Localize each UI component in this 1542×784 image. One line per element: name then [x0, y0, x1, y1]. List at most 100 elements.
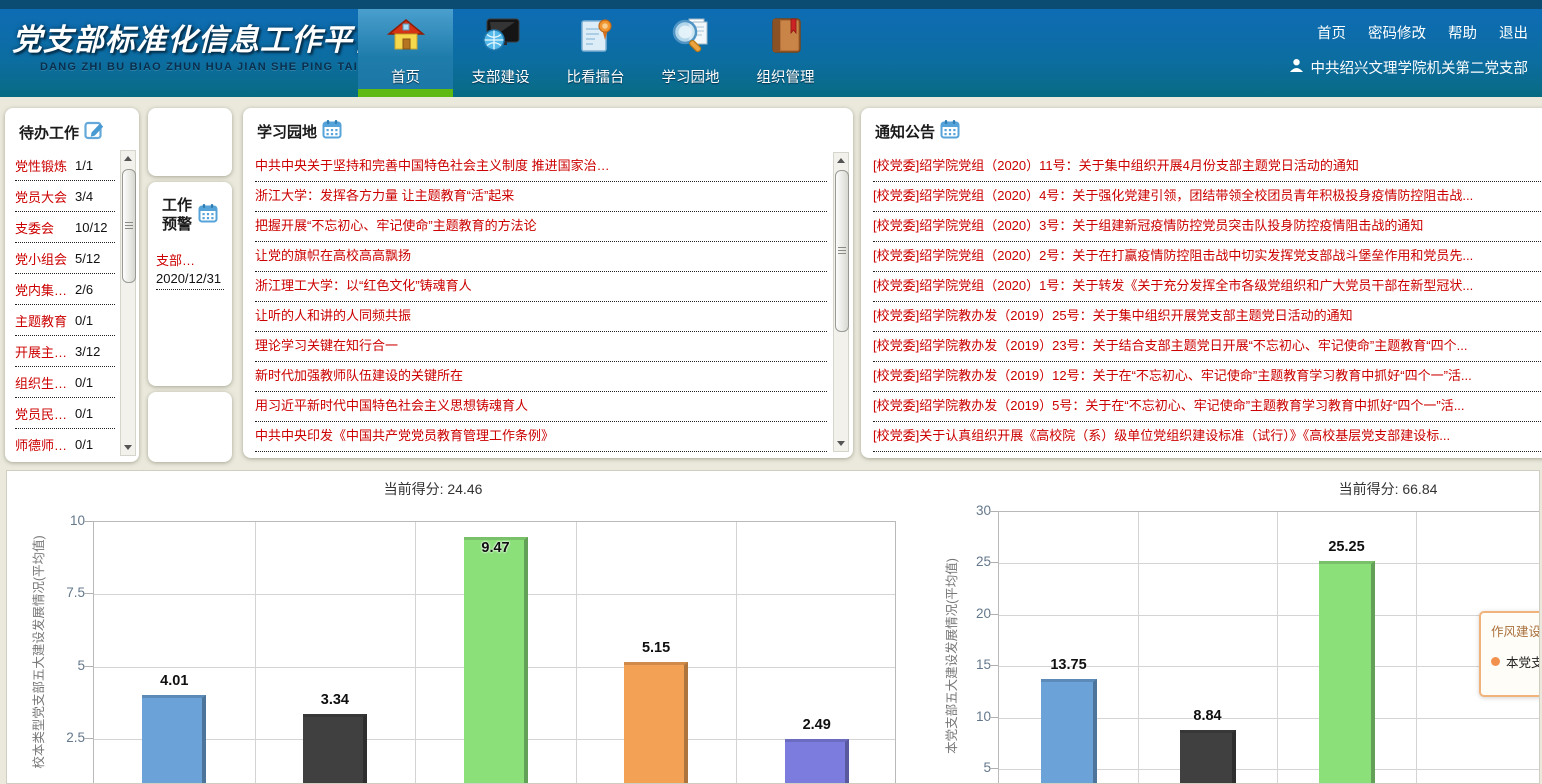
notice-link[interactable]: [校党委]关于认真组织开展《高校院（系）级单位党组织建设标准（试行）》《高校基层…	[873, 422, 1542, 452]
study-article-link[interactable]: 理论学习关键在知行合一	[255, 332, 827, 362]
todo-item-count: 1/1	[75, 158, 93, 173]
top-link-change-password[interactable]: 密码修改	[1368, 22, 1426, 43]
nav-item-compare-arena[interactable]: 比看擂台	[548, 9, 643, 97]
bar-value-label: 3.34	[293, 692, 377, 708]
gridline	[1138, 512, 1139, 784]
todo-item[interactable]: 党内集…2/6	[15, 274, 115, 305]
notice-link[interactable]: [校党委]绍学院教办发（2019）5号：关于在“不忘初心、牢记使命”主题教育学习…	[873, 392, 1542, 422]
warning-item-label[interactable]: 支部…	[156, 250, 224, 269]
study-article-link[interactable]: 让听的人和讲的人同频共振	[255, 302, 827, 332]
bar[interactable]	[785, 739, 849, 784]
scroll-down-arrow[interactable]	[834, 436, 848, 451]
study-article-link[interactable]: 把握开展“不忘初心、牢记使命”主题教育的方法论	[255, 212, 827, 242]
todo-item[interactable]: 党员大会3/4	[15, 181, 115, 212]
study-scrollbar[interactable]	[833, 152, 849, 452]
work-warning-title: 工作预警	[148, 182, 232, 234]
todo-item[interactable]: 主题教育0/1	[15, 305, 115, 336]
bar[interactable]	[303, 714, 367, 784]
notice-link[interactable]: [校党委]绍学院教办发（2019）25号：关于集中组织开展党支部主题党日活动的通…	[873, 302, 1542, 332]
todo-item-label[interactable]: 党员民…	[15, 404, 75, 423]
todo-item-label[interactable]: 党员大会	[15, 187, 75, 206]
notice-link[interactable]: [校党委]绍学院教办发（2019）23号：关于结合支部主题党日开展“不忘初心、牢…	[873, 332, 1542, 362]
study-article-link[interactable]: 浙江理工大学：以“红色文化”铸魂育人	[255, 272, 827, 302]
bar[interactable]	[1180, 730, 1236, 784]
todo-item-count: 10/12	[75, 220, 108, 235]
calendar-icon	[322, 119, 342, 143]
bar[interactable]	[1041, 679, 1097, 784]
bar[interactable]	[1319, 561, 1375, 784]
notice-link[interactable]: [校党委]绍学院党组（2020）1号：关于转发《关于充分发挥全市各级党组织和广大…	[873, 272, 1542, 302]
todo-item-label[interactable]: 主题教育	[15, 311, 75, 330]
bar[interactable]	[142, 695, 206, 784]
bar-value-label: 5.15	[614, 640, 698, 656]
todo-list: 党性锻炼1/1党员大会3/4支委会10/12党小组会5/12党内集…2/6主题教…	[15, 150, 115, 458]
todo-item-label[interactable]: 开展主…	[15, 342, 75, 361]
study-article-link[interactable]: 浙江大学：发挥各方力量 让主题教育“活”起来	[255, 182, 827, 212]
todo-item[interactable]: 师德师…0/1	[15, 429, 115, 458]
top-link-logout[interactable]: 退出	[1499, 22, 1528, 43]
todo-item-label[interactable]: 党小组会	[15, 249, 75, 268]
y-tick-mark	[989, 717, 998, 718]
todo-item-label[interactable]: 组织生…	[15, 373, 75, 392]
study-article-link[interactable]: 中共中央印发《中国共产党党员教育管理工作条例》	[255, 422, 827, 452]
todo-item[interactable]: 党性锻炼1/1	[15, 150, 115, 181]
edit-icon[interactable]	[84, 119, 106, 145]
y-tick-mark	[989, 768, 998, 769]
todo-item[interactable]: 开展主…3/12	[15, 336, 115, 367]
app-header: 党支部标准化信息工作平台 DANG ZHI BU BIAO ZHUN HUA J…	[0, 0, 1542, 97]
book-icon	[769, 17, 803, 60]
nav-item-branch-building[interactable]: 支部建设	[453, 9, 548, 97]
todo-item[interactable]: 支委会10/12	[15, 212, 115, 243]
notice-link[interactable]: [校党委]关于使用“学习强国”学习平台 开展学习活动的通知	[873, 452, 1542, 458]
notice-link[interactable]: [校党委]绍学院党组（2020）11号：关于集中组织开展4月份支部主题党日活动的…	[873, 152, 1542, 182]
notice-link[interactable]: [校党委]绍学院党组（2020）3号：关于组建新冠疫情防控党员突击队投身防控疫情…	[873, 212, 1542, 242]
todo-panel: 待办工作 党性锻炼1/1党员大会3/4支委会10/12党小组会5/12党内集…2…	[5, 108, 139, 462]
chart-score-title: 当前得分: 24.46	[353, 479, 513, 499]
notice-link[interactable]: [校党委]绍学院党组（2020）4号：关于强化党建引领，团结带领全校团员青年积极…	[873, 182, 1542, 212]
top-link-home[interactable]: 首页	[1317, 22, 1346, 43]
bar-value-label: 2.49	[775, 717, 859, 733]
todo-item[interactable]: 党员民…0/1	[15, 398, 115, 429]
todo-item[interactable]: 组织生…0/1	[15, 367, 115, 398]
scroll-thumb[interactable]	[835, 170, 849, 332]
study-article-link[interactable]: 大学的定力与初心》	[255, 452, 827, 458]
chart-y-axis-label: 本党支部五大建设发展情况(平均值)	[941, 504, 959, 784]
warning-item[interactable]: 支部… 2020/12/31	[156, 250, 224, 290]
gridline	[999, 563, 1540, 564]
study-article-link[interactable]: 新时代加强教师队伍建设的关键所在	[255, 362, 827, 392]
top-strip	[0, 0, 1542, 9]
scroll-up-arrow[interactable]	[834, 153, 848, 168]
legend-dot	[1491, 657, 1500, 666]
user-name: 中共绍兴文理学院机关第二党支部	[1311, 57, 1529, 78]
top-link-help[interactable]: 帮助	[1448, 22, 1477, 43]
todo-item-label[interactable]: 支委会	[15, 218, 75, 237]
bar-value-label: 9.47	[454, 540, 538, 556]
study-panel-title: 学习园地	[243, 108, 853, 143]
scroll-down-arrow[interactable]	[121, 440, 135, 455]
study-article-link[interactable]: 中共中央关于坚持和完善中国特色社会主义制度 推进国家治…	[255, 152, 827, 182]
scroll-up-arrow[interactable]	[121, 151, 135, 166]
y-tick-mark	[989, 562, 998, 563]
chart-score-title: 当前得分: 66.84	[1308, 479, 1468, 499]
gridline	[255, 522, 256, 784]
bar[interactable]	[464, 537, 528, 784]
todo-item[interactable]: 党小组会5/12	[15, 243, 115, 274]
nav-item-org-management[interactable]: 组织管理	[738, 9, 833, 97]
bar[interactable]	[624, 662, 688, 784]
todo-scrollbar[interactable]	[120, 150, 136, 456]
todo-item-count: 0/1	[75, 375, 93, 390]
app-title: 党支部标准化信息工作平台	[12, 15, 357, 59]
scroll-thumb[interactable]	[122, 169, 136, 283]
notice-link[interactable]: [校党委]绍学院教办发（2019）12号：关于在“不忘初心、牢记使命”主题教育学…	[873, 362, 1542, 392]
nav-label: 支部建设	[472, 66, 530, 87]
todo-item-label[interactable]: 党性锻炼	[15, 156, 75, 175]
study-article-link[interactable]: 用习近平新时代中国特色社会主义思想铸魂育人	[255, 392, 827, 422]
study-article-link[interactable]: 让党的旗帜在高校高高飘扬	[255, 242, 827, 272]
app-logo: 党支部标准化信息工作平台 DANG ZHI BU BIAO ZHUN HUA J…	[12, 15, 357, 73]
todo-item-label[interactable]: 党内集…	[15, 280, 75, 299]
todo-item-label[interactable]: 师德师…	[15, 435, 75, 454]
notice-link[interactable]: [校党委]绍学院党组（2020）2号：关于在打赢疫情防控阻击战中切实发挥党支部战…	[873, 242, 1542, 272]
nav-item-study-garden[interactable]: 学习园地	[643, 9, 738, 97]
nav-item-home[interactable]: 首页	[358, 9, 453, 97]
panel-title-text: 学习园地	[257, 121, 317, 142]
